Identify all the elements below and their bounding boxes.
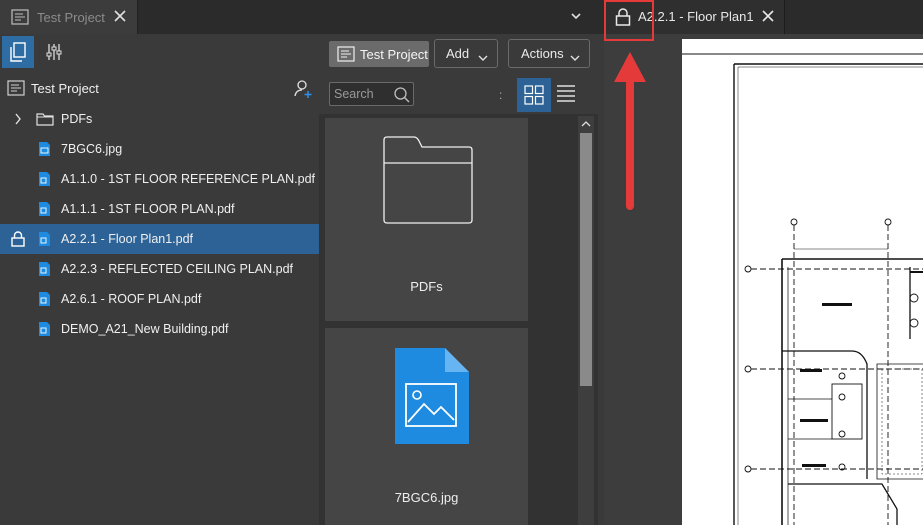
- scroll-up-icon[interactable]: [578, 116, 594, 130]
- tree-item-folder[interactable]: PDFs: [0, 104, 319, 134]
- chevron-down-icon: [570, 51, 580, 65]
- pdf-file-icon: [38, 171, 51, 190]
- pdf-page[interactable]: [682, 39, 923, 525]
- lock-highlight-box: [604, 0, 654, 41]
- tree-item-label: 7BGC6.jpg: [61, 142, 123, 156]
- browser-toolbar: Test Project Add Actions :: [319, 34, 598, 114]
- scrollbar-thumb[interactable]: [580, 133, 592, 386]
- pdf-file-icon: [38, 261, 51, 280]
- project-name: Test Project: [31, 81, 99, 96]
- breadcrumb[interactable]: Test Project: [329, 41, 429, 67]
- tab-label: Test Project: [37, 9, 105, 25]
- project-icon: [337, 46, 355, 65]
- tree-item-label: A2.6.1 - ROOF PLAN.pdf: [61, 292, 202, 306]
- file-tree: PDFs 7BGC6.jpg A1.1.0 - 1ST FLOOR REFERE…: [0, 104, 319, 344]
- list-view-button[interactable]: [556, 83, 576, 106]
- search-box[interactable]: [329, 82, 414, 106]
- image-file-icon: [38, 141, 51, 160]
- project-tree-panel: Test Project PDFs 7BGC6.jpg A1.1.0 - 1ST: [0, 34, 319, 525]
- separator: :: [499, 88, 503, 102]
- sliders-icon: [46, 44, 62, 60]
- panel-toolbar: [0, 34, 319, 70]
- search-input[interactable]: [334, 86, 394, 102]
- tree-item-file[interactable]: DEMO_A21_New Building.pdf: [0, 314, 319, 344]
- image-file-icon: [393, 346, 471, 449]
- tab-bar: Test Project A2.2.1 - Floor Plan1: [0, 0, 923, 34]
- folder-icon: [36, 112, 54, 129]
- annotation-arrow-icon: [614, 52, 646, 210]
- breadcrumb-label: Test Project: [360, 46, 428, 62]
- card-label: 7BGC6.jpg: [394, 490, 459, 505]
- scrollbar[interactable]: [578, 116, 594, 525]
- list-icon: [557, 85, 575, 102]
- documents-icon: [10, 42, 26, 62]
- pdf-file-icon: [38, 231, 51, 250]
- tree-item-file[interactable]: A1.1.0 - 1ST FLOOR REFERENCE PLAN.pdf: [0, 164, 319, 194]
- pdf-file-icon: [38, 201, 51, 220]
- close-icon[interactable]: [760, 8, 776, 27]
- tree-item-file[interactable]: 7BGC6.jpg: [0, 134, 319, 164]
- tree-item-label: A1.1.0 - 1ST FLOOR REFERENCE PLAN.pdf: [61, 172, 316, 186]
- project-header[interactable]: Test Project: [0, 74, 319, 102]
- tree-item-file[interactable]: A1.1.1 - 1ST FLOOR PLAN.pdf: [0, 194, 319, 224]
- chevron-down-icon: [478, 51, 488, 65]
- folder-card[interactable]: PDFs: [325, 118, 528, 321]
- add-button-label: Add: [446, 46, 470, 61]
- tree-item-file-selected[interactable]: A2.2.1 - Floor Plan1.pdf: [0, 224, 319, 254]
- tab-label: A2.2.1 - Floor Plan1: [638, 9, 754, 24]
- tab-dropdown-chevron-icon[interactable]: [570, 10, 582, 24]
- tree-item-label: DEMO_A21_New Building.pdf: [61, 322, 229, 336]
- actions-button[interactable]: Actions: [508, 39, 590, 68]
- tab-test-project[interactable]: Test Project: [0, 0, 138, 34]
- chevron-right-icon[interactable]: [14, 113, 22, 128]
- search-icon[interactable]: [393, 86, 411, 107]
- document-viewer[interactable]: [604, 34, 923, 525]
- card-label: PDFs: [410, 279, 443, 294]
- documents-view-button[interactable]: [2, 36, 34, 68]
- pdf-file-icon: [38, 321, 51, 340]
- grid-icon: [524, 85, 544, 105]
- grid-view-button[interactable]: [517, 78, 551, 112]
- pdf-file-icon: [38, 291, 51, 310]
- tree-item-file[interactable]: A2.2.3 - REFLECTED CEILING PLAN.pdf: [0, 254, 319, 284]
- file-browser-panel: Test Project Add Actions :: [319, 34, 598, 525]
- project-tab-icon: [11, 9, 29, 25]
- lock-icon: [11, 230, 25, 250]
- add-user-icon[interactable]: [293, 79, 315, 102]
- tree-item-file[interactable]: A2.6.1 - ROOF PLAN.pdf: [0, 284, 319, 314]
- filter-settings-button[interactable]: [38, 36, 70, 68]
- close-icon[interactable]: [112, 8, 128, 27]
- image-card[interactable]: 7BGC6.jpg: [325, 328, 528, 525]
- folder-icon: [378, 135, 478, 228]
- floor-plan-drawing: [682, 53, 923, 525]
- actions-button-label: Actions: [521, 46, 564, 61]
- tree-item-label: A2.2.3 - REFLECTED CEILING PLAN.pdf: [61, 262, 294, 276]
- tree-item-label: A1.1.1 - 1ST FLOOR PLAN.pdf: [61, 202, 235, 216]
- add-button[interactable]: Add: [434, 39, 498, 68]
- tree-item-label: PDFs: [61, 112, 93, 126]
- project-icon: [7, 80, 25, 99]
- tree-item-label: A2.2.1 - Floor Plan1.pdf: [61, 232, 194, 246]
